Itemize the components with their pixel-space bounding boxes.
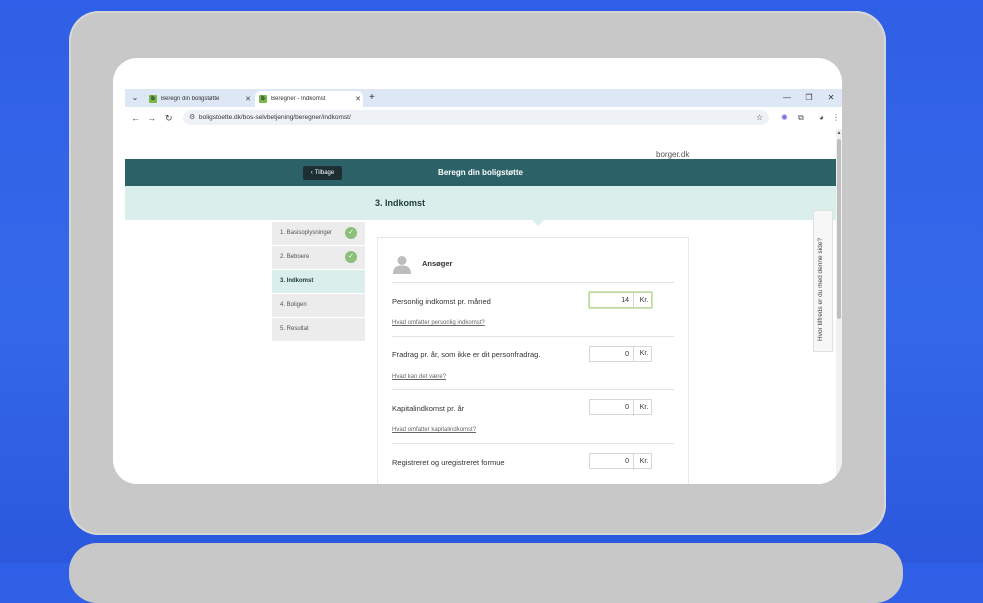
income-form-card: Ansøger Personlig indkomst pr. måned 14 … [377,237,689,484]
step-item-indkomst[interactable]: 3. Indkomst [272,270,365,294]
divider [392,336,674,337]
restore-button[interactable]: ❐ [798,89,820,107]
personal-income-help-link[interactable]: Hvad omfatter personlig indkomst? [392,320,485,326]
tab-bar: ⌄ b Beregn din boligstøtte ✕ b Beregner … [125,89,842,107]
feedback-label: Hvor tilfreds er du med denne side? [817,238,824,341]
applicant-heading: Ansøger [422,259,453,268]
current-step-bar: 3. Indkomst [125,186,836,220]
step-label: 4. Boligen [280,302,307,308]
feedback-tab[interactable]: Hvor tilfreds er du med denne side? [813,210,833,352]
deduction-label: Fradrag pr. år, som ikke er dit personfr… [392,350,541,359]
minimize-button[interactable]: — [776,89,798,107]
scroll-thumb[interactable] [837,139,841,319]
capital-income-help-link[interactable]: Hvad omfatter kapitalindkomst? [392,427,476,433]
step-label: 2. Beboere [280,254,310,260]
screen: ⌄ b Beregn din boligstøtte ✕ b Beregner … [113,58,842,484]
tab-indkomst[interactable]: b Beregner - Indkomst ✕ [255,91,363,107]
extensions-puzzle-icon[interactable]: ⧉ [798,111,804,125]
window-controls: — ❐ ✕ [776,89,842,107]
reload-icon[interactable]: ↻ [165,111,173,125]
scroll-up-icon[interactable]: ▲ [836,130,842,136]
step-item-boligen[interactable]: 4. Boligen [272,294,365,318]
close-window-button[interactable]: ✕ [820,89,842,107]
boligstoette-favicon-icon: b [259,95,267,103]
currency-unit: Kr. [633,346,654,362]
currency-unit: Kr. [633,293,654,309]
step-label: 3. Indkomst [280,278,314,284]
calculator-header: Beregn din boligstøtte ‹ Tilbage [125,159,836,186]
divider [392,389,674,390]
step-item-basisoplysninger[interactable]: 1. Basisoplysninger ✓ [272,222,365,246]
borger-logo[interactable]: borger.dk [656,150,689,159]
divider [392,282,674,283]
back-button-label: Tilbage [314,170,335,176]
deduction-help-link[interactable]: Hvad kan det være? [392,374,446,380]
back-button[interactable]: ‹ Tilbage [303,166,342,180]
divider [392,443,674,444]
current-step-title: 3. Indkomst [375,198,426,208]
currency-unit: Kr. [633,454,654,470]
tab-title: Beregn din boligstøtte [161,96,220,102]
bookmark-star-icon[interactable]: ☆ [756,110,763,125]
tab-search-chevron-icon[interactable]: ⌄ [129,92,141,104]
chevron-left-icon: ‹ [310,170,313,176]
site-info-icon[interactable]: ⚙ [189,110,195,125]
step-label: 1. Basisoplysninger [280,230,333,236]
personal-income-label: Personlig indkomst pr. måned [392,297,491,306]
step-item-resultat[interactable]: 5. Resultat [272,318,365,342]
scroll-down-icon[interactable]: ▼ [836,477,842,483]
check-icon: ✓ [345,227,357,239]
close-tab-icon[interactable]: ✕ [243,95,253,103]
page-scrollbar[interactable]: ▲ ▼ [836,129,842,484]
device-frame-lower [69,543,903,603]
step-nav: 1. Basisoplysninger ✓ 2. Beboere ✓ 3. In… [272,222,365,342]
menu-kebab-icon[interactable]: ⋮ [832,111,840,125]
step-item-beboere[interactable]: 2. Beboere ✓ [272,246,365,270]
extension-icon[interactable]: ✺ [781,111,788,125]
step-label: 5. Resultat [280,326,309,332]
capital-income-label: Kapitalindkomst pr. år [392,404,465,413]
page-title: Beregn din boligstøtte [438,168,523,177]
currency-unit: Kr. [633,400,654,416]
check-icon: ✓ [345,251,357,263]
tab-title: Beregner - Indkomst [271,96,326,102]
wealth-label: Registreret og uregistreret formue [392,458,505,467]
url-text: boligstoette.dk/bos-selvbetjening/beregn… [199,114,351,121]
person-avatar-icon [393,256,411,274]
close-tab-icon[interactable]: ✕ [353,95,363,103]
boligstoette-favicon-icon: b [149,95,157,103]
profile-avatar-icon[interactable]: ◕ [819,111,824,125]
forward-arrow-icon[interactable]: → [147,111,156,125]
browser-toolbar: ← → ↻ ⚙ boligstoette.dk/bos-selvbetjenin… [125,107,842,129]
tab-beregn[interactable]: b Beregn din boligstøtte ✕ [145,91,253,107]
address-bar[interactable]: ⚙ boligstoette.dk/bos-selvbetjening/bere… [183,110,769,125]
step-indicator-notch [532,220,544,226]
back-arrow-icon[interactable]: ← [131,111,140,125]
web-page: borger.dk Beregn din boligstøtte ‹ Tilba… [125,129,836,484]
new-tab-button[interactable]: + [369,92,375,104]
